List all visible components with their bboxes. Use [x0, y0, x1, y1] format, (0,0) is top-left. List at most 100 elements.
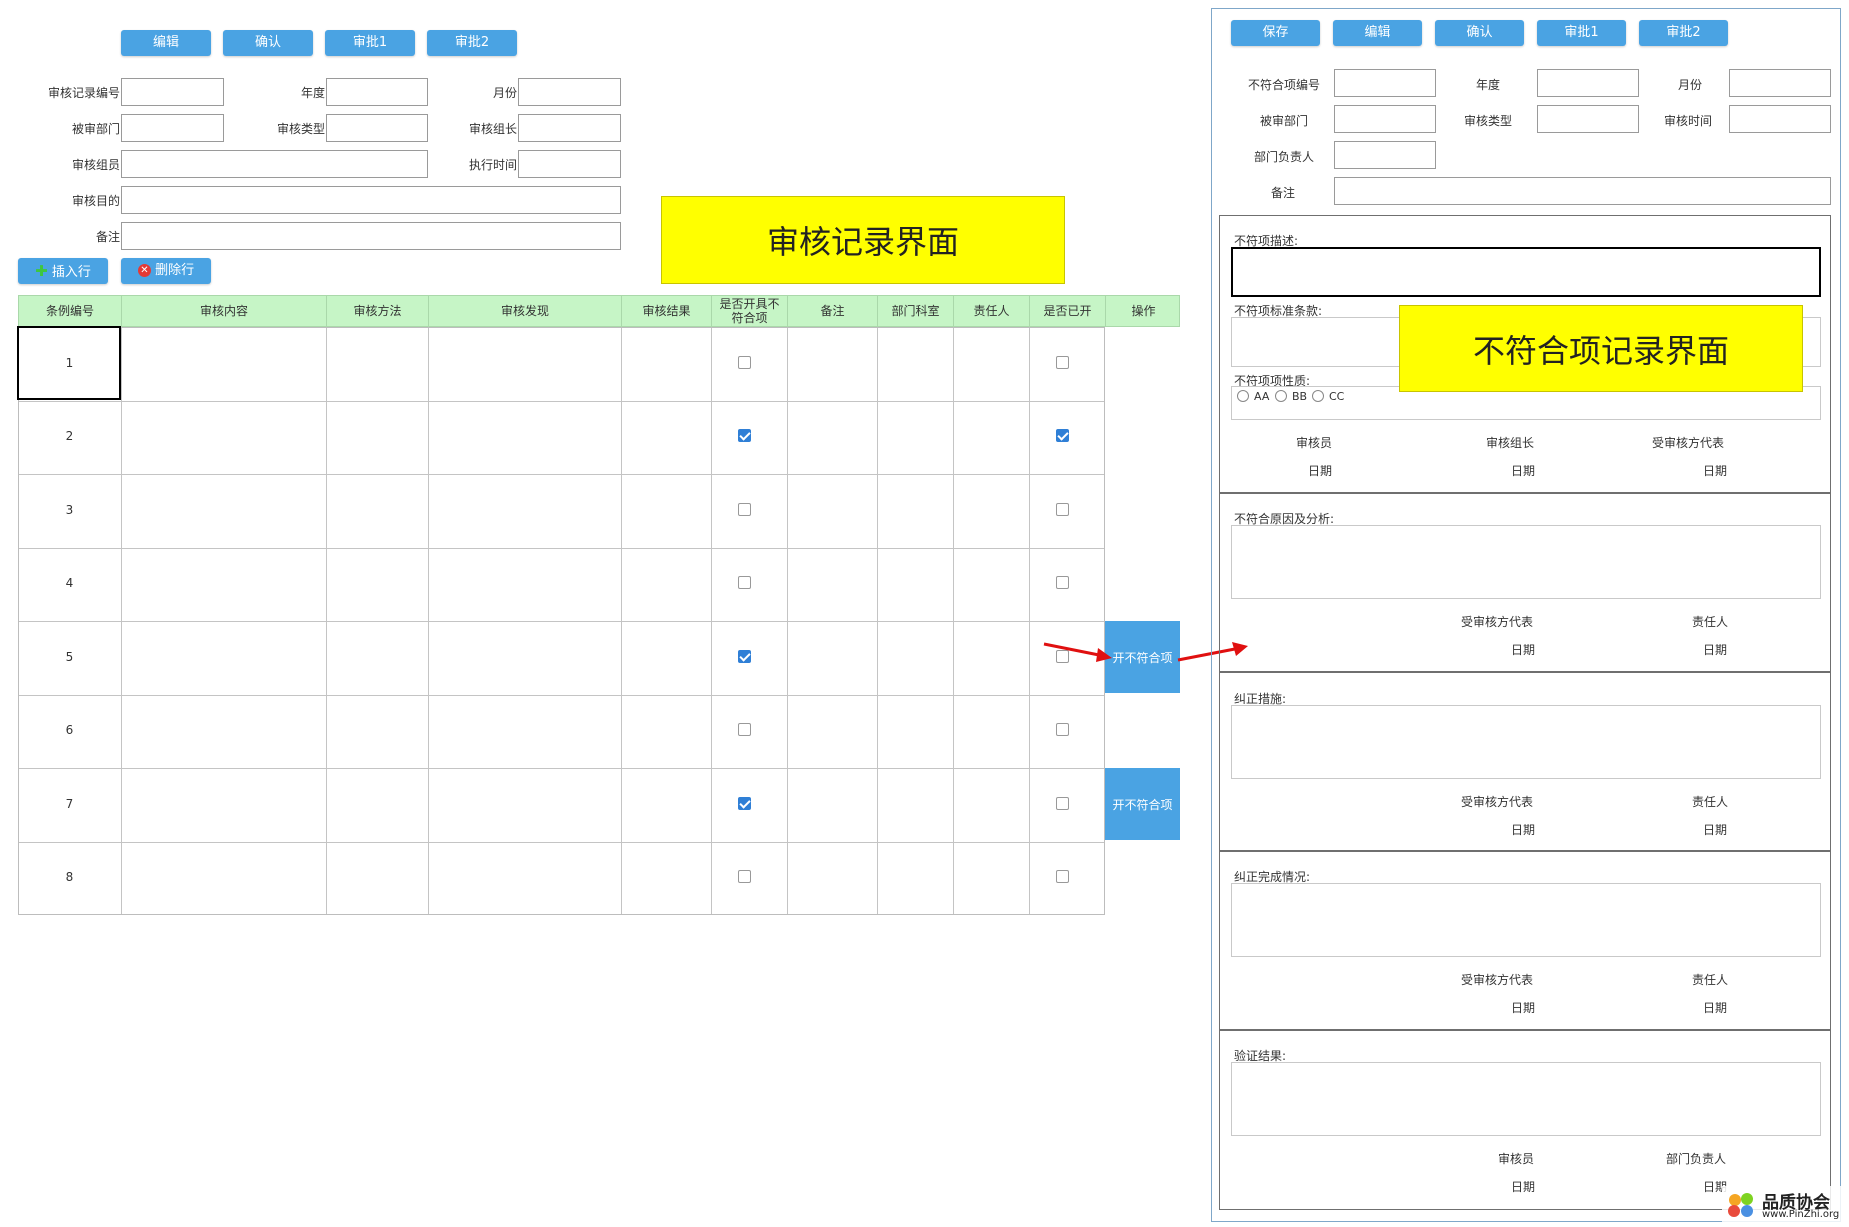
row-number: 4	[65, 576, 74, 590]
nature-cc-radio[interactable]	[1312, 390, 1324, 402]
date-label: 日期	[1511, 823, 1536, 837]
header-clause-no: 条例编号	[19, 296, 122, 326]
issue-nc-checkbox[interactable]	[738, 356, 751, 369]
header-responsible: 责任人	[954, 296, 1030, 326]
nature-aa-radio[interactable]	[1237, 390, 1249, 402]
exec-time-input[interactable]	[518, 150, 621, 178]
opened-checkbox[interactable]	[1056, 870, 1069, 883]
audit-type-input[interactable]	[1537, 105, 1639, 133]
year-input[interactable]	[326, 78, 428, 106]
watermark-url: www.PinZhi.org	[1762, 1209, 1840, 1220]
issue-nc-checkbox[interactable]	[738, 650, 751, 663]
leader-sign-label: 审核组长	[1486, 436, 1535, 450]
edit-button[interactable]: 编辑	[121, 30, 211, 56]
confirm-button[interactable]: 确认	[223, 30, 313, 56]
nc-no-label: 不符合项编号	[1247, 78, 1320, 92]
nature-bb-radio[interactable]	[1275, 390, 1287, 402]
nature-aa-label: AA	[1254, 390, 1270, 403]
remarks-label: 备注	[95, 230, 120, 244]
audit-type-input[interactable]	[326, 114, 428, 142]
audit-time-input[interactable]	[1729, 105, 1831, 133]
header-audit-result: 审核结果	[622, 296, 712, 326]
row-number: 5	[65, 650, 74, 664]
audit-members-input[interactable]	[121, 150, 428, 178]
table-header: 条例编号 审核内容 审核方法 审核发现 审核结果 是否开具不符合项 备注 部门科…	[18, 295, 1180, 327]
auditor-sign-label: 审核员	[1296, 436, 1333, 450]
approve1-button[interactable]: 审批1	[1537, 20, 1626, 46]
completion-textarea[interactable]	[1231, 883, 1821, 957]
date-label: 日期	[1511, 1001, 1536, 1015]
opened-checkbox[interactable]	[1056, 797, 1069, 810]
audited-dept-label: 被审部门	[1259, 114, 1308, 128]
delete-row-button[interactable]: ✕ 删除行	[121, 258, 211, 284]
audited-dept-input[interactable]	[1334, 105, 1436, 133]
record-no-input[interactable]	[121, 78, 224, 106]
audited-dept-input[interactable]	[121, 114, 224, 142]
issue-nc-checkbox[interactable]	[738, 503, 751, 516]
month-input[interactable]	[518, 78, 621, 106]
row-number: 2	[65, 429, 74, 443]
date-label: 日期	[1308, 464, 1333, 478]
header-department: 部门科室	[878, 296, 954, 326]
audit-record-note: 审核记录界面	[661, 196, 1065, 284]
remarks-input[interactable]	[121, 222, 621, 250]
issue-nc-checkbox[interactable]	[738, 576, 751, 589]
corrective-textarea[interactable]	[1231, 705, 1821, 779]
audit-type-label: 审核类型	[276, 122, 325, 136]
edit-button[interactable]: 编辑	[1333, 20, 1422, 46]
responsible-sign-label: 责任人	[1692, 615, 1729, 629]
opened-checkbox[interactable]	[1056, 429, 1069, 442]
audit-purpose-input[interactable]	[121, 186, 621, 214]
save-button[interactable]: 保存	[1231, 20, 1320, 46]
confirm-button[interactable]: 确认	[1435, 20, 1524, 46]
issue-nc-checkbox[interactable]	[738, 429, 751, 442]
insert-row-button[interactable]: ✚ 插入行	[18, 258, 108, 284]
approve2-button[interactable]: 审批2	[427, 30, 517, 56]
issue-nc-checkbox[interactable]	[738, 797, 751, 810]
header-issue-nc: 是否开具不符合项	[712, 296, 788, 326]
row-number: 7	[65, 797, 74, 811]
responsible-sign-label: 责任人	[1692, 973, 1729, 987]
dept-head-input[interactable]	[1334, 141, 1436, 169]
date-label: 日期	[1511, 1180, 1536, 1194]
approve1-button[interactable]: 审批1	[325, 30, 415, 56]
opened-checkbox[interactable]	[1056, 576, 1069, 589]
nc-desc-textarea[interactable]	[1231, 247, 1821, 297]
auditee-rep-sign-label: 受审核方代表	[1461, 615, 1534, 629]
opened-checkbox[interactable]	[1056, 356, 1069, 369]
audit-members-label: 审核组员	[71, 158, 120, 172]
date-label: 日期	[1703, 1001, 1728, 1015]
header-remarks: 备注	[788, 296, 878, 326]
month-input[interactable]	[1729, 69, 1831, 97]
open-nc-button[interactable]: 开不符合项	[1105, 768, 1180, 840]
record-no-label: 审核记录编号	[47, 86, 120, 100]
verification-textarea[interactable]	[1231, 1062, 1821, 1136]
row-number: 8	[65, 870, 74, 884]
insert-row-label: 插入行	[51, 265, 91, 280]
auditee-rep-sign-label: 受审核方代表	[1461, 795, 1534, 809]
year-input[interactable]	[1537, 69, 1639, 97]
row-number: 6	[65, 723, 74, 737]
delete-icon: ✕	[137, 264, 151, 277]
approve2-button[interactable]: 审批2	[1639, 20, 1728, 46]
month-label: 月份	[1677, 78, 1702, 92]
date-label: 日期	[1703, 643, 1728, 657]
remarks-input[interactable]	[1334, 177, 1831, 205]
audit-purpose-label: 审核目的	[71, 194, 120, 208]
cause-analysis-textarea[interactable]	[1231, 525, 1821, 599]
opened-checkbox[interactable]	[1056, 503, 1069, 516]
date-label: 日期	[1703, 464, 1728, 478]
plus-icon: ✚	[35, 262, 48, 280]
audit-table-body	[18, 327, 1105, 915]
date-label: 日期	[1511, 643, 1536, 657]
watermark: 品质协会 www.PinZhi.org	[1722, 1186, 1846, 1224]
responsible-sign-label: 责任人	[1692, 795, 1729, 809]
year-label: 年度	[1475, 78, 1500, 92]
audit-leader-input[interactable]	[518, 114, 621, 142]
audit-leader-label: 审核组长	[468, 122, 517, 136]
issue-nc-checkbox[interactable]	[738, 723, 751, 736]
opened-checkbox[interactable]	[1056, 723, 1069, 736]
issue-nc-checkbox[interactable]	[738, 870, 751, 883]
auditee-rep-sign-label: 受审核方代表	[1461, 973, 1534, 987]
nc-no-input[interactable]	[1334, 69, 1436, 97]
